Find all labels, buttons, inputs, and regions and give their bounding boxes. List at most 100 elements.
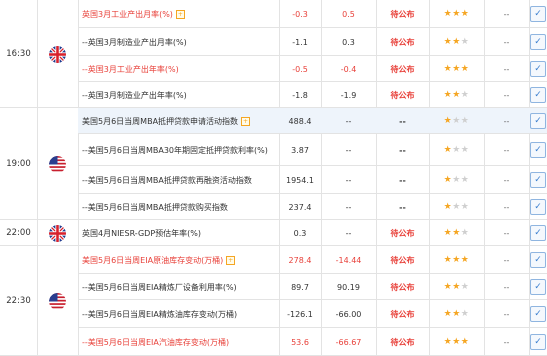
us-flag-icon <box>37 246 78 356</box>
effect-value: -- <box>503 282 510 292</box>
indicator-row[interactable]: 英国4月NIESR-GDP预估年率(%) 0.3 -- 待公布 ★★ ★ -- ✓ <box>78 220 547 246</box>
actual-value: 89.7 <box>291 282 309 292</box>
actual-value: -1.1 <box>292 37 308 47</box>
effect-value: -- <box>503 202 510 212</box>
indicator-name[interactable]: --美国5月6日当周EIA精炼油库存变动(万桶) <box>78 300 279 328</box>
indicator-row[interactable]: --美国5月6日当周MBA30年期固定抵押贷款利率(%) 3.87 -- -- ★ ★ ★ -… <box>78 134 547 166</box>
previous-value: -- <box>345 116 352 126</box>
indicator-name[interactable]: --英国3月工业产出年率(%) <box>78 56 279 82</box>
indicator-name-text: 美国5月6日当周MBA抵押贷款申请活动指数 <box>82 116 239 126</box>
importance-stars-icon: ★★★ <box>443 145 470 155</box>
importance-stars-icon: ★★★ <box>443 309 470 319</box>
previous-value: -66.00 <box>335 309 362 319</box>
importance-stars-icon: ★★★ <box>443 255 470 265</box>
select-checkbox[interactable]: ✓ <box>529 28 547 56</box>
previous-value: -- <box>345 228 352 238</box>
previous-value: -- <box>345 202 352 212</box>
actual-value: -1.8 <box>292 90 308 100</box>
importance-stars-icon: ★★★ <box>443 90 470 100</box>
select-checkbox[interactable]: ✓ <box>529 220 547 246</box>
indicator-name[interactable]: 美国5月6日当周EIA原油库存变动(万桶) + <box>78 246 279 274</box>
indicator-name-text: --美国5月6日当周MBA抵押贷款再融资活动指数 <box>82 175 252 185</box>
indicator-row[interactable]: --美国5月6日当周MBA抵押贷款再融资活动指数 1954.1 -- -- ★ ★ ★ -- ✓ <box>78 166 547 194</box>
checkmark-icon[interactable]: ✓ <box>530 334 546 350</box>
indicator-name[interactable]: --美国5月6日当周MBA抵押贷款购买指数 <box>78 194 279 220</box>
expand-icon[interactable]: + <box>241 116 251 126</box>
indicator-name-text: --美国5月6日当周EIA精炼油库存变动(万桶) <box>82 309 238 319</box>
release-time: 22:30 <box>0 246 37 356</box>
previous-value: 90.19 <box>337 282 360 292</box>
importance-stars-icon: ★★★ <box>443 282 470 292</box>
checkmark-icon[interactable]: ✓ <box>530 34 546 50</box>
uk-flag-icon <box>37 220 78 246</box>
select-checkbox[interactable]: ✓ <box>529 56 547 82</box>
effect-value: -- <box>503 255 510 265</box>
select-checkbox[interactable]: ✓ <box>529 0 547 28</box>
checkmark-icon[interactable]: ✓ <box>530 113 546 129</box>
expand-icon[interactable]: + <box>175 9 185 19</box>
actual-value: -0.3 <box>292 9 308 19</box>
indicator-name[interactable]: --美国5月6日当周EIA汽油库存变动(万桶) <box>78 328 279 356</box>
select-checkbox[interactable]: ✓ <box>529 274 547 300</box>
indicator-name[interactable]: 英国4月NIESR-GDP预估年率(%) <box>78 220 279 246</box>
indicator-row[interactable]: 美国5月6日当周MBA抵押贷款申请活动指数 +488.4 -- -- ★ ★ ★ -- ✓ <box>78 108 547 134</box>
checkmark-icon[interactable]: ✓ <box>530 225 546 241</box>
indicator-name[interactable]: 美国5月6日当周MBA抵押贷款申请活动指数 + <box>78 108 279 134</box>
indicator-name-text: --英国3月工业产出年率(%) <box>82 64 179 74</box>
checkmark-icon[interactable]: ✓ <box>530 87 546 103</box>
checkmark-icon[interactable]: ✓ <box>530 199 546 215</box>
expand-icon[interactable]: + <box>226 255 236 265</box>
checkmark-icon[interactable]: ✓ <box>530 252 546 268</box>
previous-value: 0.3 <box>342 37 355 47</box>
actual-value: 278.4 <box>288 255 312 265</box>
indicator-name[interactable]: --美国5月6日当周MBA30年期固定抵押贷款利率(%) <box>78 134 279 166</box>
indicator-name[interactable]: --美国5月6日当周EIA精炼厂设备利用率(%) <box>78 274 279 300</box>
select-checkbox[interactable]: ✓ <box>529 328 547 356</box>
effect-value: -- <box>503 175 510 185</box>
select-checkbox[interactable]: ✓ <box>529 134 547 166</box>
select-checkbox[interactable]: ✓ <box>529 246 547 274</box>
indicator-row[interactable]: --英国3月制造业产出年率(%) -1.8 -1.9 待公布 ★★ ★ -- ✓ <box>78 82 547 108</box>
checkmark-icon[interactable]: ✓ <box>530 306 546 322</box>
indicator-row[interactable]: --英国3月工业产出年率(%) -0.5 -0.4 待公布 ★★★ -- ✓ <box>78 56 547 82</box>
indicator-name[interactable]: --英国3月制造业产出年率(%) <box>78 82 279 108</box>
indicator-row[interactable]: 美国5月6日当周EIA原油库存变动(万桶) +278.4 -14.44 待公布 ★★★ -… <box>78 246 547 274</box>
indicator-row[interactable]: --美国5月6日当周EIA精炼厂设备利用率(%) 89.7 90.19 待公布 ★★ ★ -… <box>78 274 547 300</box>
previous-value: -0.4 <box>340 64 357 74</box>
indicator-name[interactable]: --美国5月6日当周MBA抵押贷款再融资活动指数 <box>78 166 279 194</box>
effect-value: -- <box>503 145 510 155</box>
indicator-row[interactable]: --美国5月6日当周EIA精炼油库存变动(万桶) -126.1 -66.00 待公布 ★… <box>78 300 547 328</box>
checkmark-icon[interactable]: ✓ <box>530 279 546 295</box>
checkmark-icon[interactable]: ✓ <box>530 61 546 77</box>
indicator-name[interactable]: --英国3月制造业产出月率(%) <box>78 28 279 56</box>
effect-value: -- <box>503 37 510 47</box>
indicator-name-text: --美国5月6日当周EIA汽油库存变动(万桶) <box>82 337 230 347</box>
checkmark-icon[interactable]: ✓ <box>530 142 546 158</box>
effect-value: -- <box>503 9 510 19</box>
indicator-row[interactable]: --美国5月6日当周MBA抵押贷款购买指数 237.4 -- -- ★ ★ ★ -- ✓ <box>78 194 547 220</box>
effect-value: -- <box>503 90 510 100</box>
effect-value: -- <box>503 64 510 74</box>
select-checkbox[interactable]: ✓ <box>529 300 547 328</box>
indicator-name[interactable]: 英国3月工业产出月率(%) + <box>78 0 279 28</box>
checkmark-icon[interactable]: ✓ <box>530 6 546 22</box>
release-status: 待公布 <box>390 228 415 238</box>
select-checkbox[interactable]: ✓ <box>529 194 547 220</box>
previous-value: -- <box>345 145 352 155</box>
importance-stars-icon: ★★★ <box>443 202 470 212</box>
importance-stars-icon: ★★★ <box>443 37 470 47</box>
select-checkbox[interactable]: ✓ <box>529 82 547 108</box>
release-time: 22:00 <box>0 220 37 246</box>
indicator-row[interactable]: --英国3月制造业产出月率(%) -1.1 0.3 待公布 ★★ ★ -- ✓ <box>78 28 547 56</box>
release-status: 待公布 <box>390 64 415 74</box>
select-checkbox[interactable]: ✓ <box>529 108 547 134</box>
select-checkbox[interactable]: ✓ <box>529 166 547 194</box>
release-status: -- <box>399 145 406 155</box>
economic-calendar-table: 16:30 19:00 22:00 22:30 英国3月工业产出月率(%) + -0.3 0.… <box>0 0 547 356</box>
indicator-row[interactable]: 英国3月工业产出月率(%) + -0.3 0.5 待公布 ★★★ -- ✓ <box>78 0 547 28</box>
importance-stars-icon: ★★★ <box>443 175 470 185</box>
release-time: 19:00 <box>0 108 37 220</box>
checkmark-icon[interactable]: ✓ <box>530 172 546 188</box>
release-status: -- <box>399 202 406 212</box>
indicator-row[interactable]: --美国5月6日当周EIA汽油库存变动(万桶) 53.6 -66.67 待公布 ★★★ -… <box>78 328 547 356</box>
